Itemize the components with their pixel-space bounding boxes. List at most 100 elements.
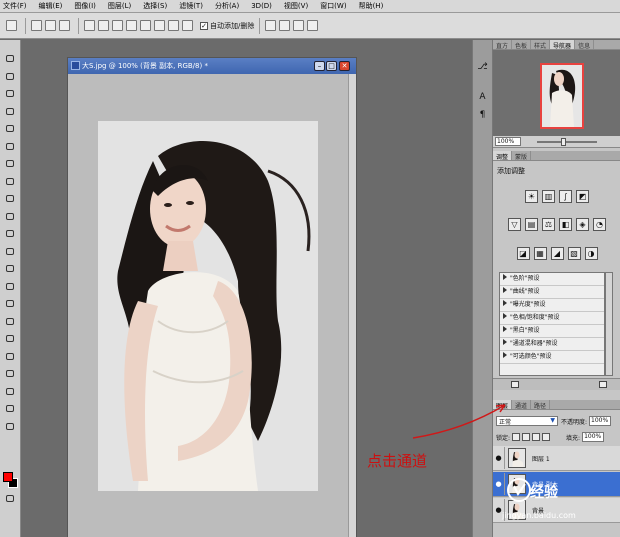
- presets-scrollbar[interactable]: [605, 272, 613, 376]
- eye-icon[interactable]: ●: [493, 473, 505, 495]
- history-brush-icon[interactable]: [4, 212, 16, 222]
- menu-item[interactable]: 帮助(H): [359, 1, 384, 11]
- tab-navigator[interactable]: 色板: [512, 40, 532, 50]
- menu-item[interactable]: 滤镜(T): [179, 1, 203, 11]
- tab-layers[interactable]: 通道: [512, 400, 532, 410]
- spot-heal-icon[interactable]: [4, 159, 16, 169]
- path-select-icon[interactable]: [4, 334, 16, 344]
- tab-navigator[interactable]: 直方: [493, 40, 513, 50]
- fill-pixels-button[interactable]: [59, 20, 70, 31]
- gradient-tool-icon[interactable]: [4, 247, 16, 257]
- 3d-rotate-icon[interactable]: [4, 369, 16, 379]
- pen-tool-preset-button[interactable]: [6, 20, 17, 31]
- eraser-tool-icon[interactable]: [4, 229, 16, 239]
- gradient-map-icon[interactable]: ▧: [567, 247, 581, 260]
- line-icon[interactable]: [168, 20, 179, 31]
- tab-adjustments[interactable]: 蒙版: [512, 151, 532, 161]
- menu-item[interactable]: 选择(S): [143, 1, 167, 11]
- custom-shape-icon[interactable]: [182, 20, 193, 31]
- pen-icon[interactable]: [84, 20, 95, 31]
- menu-item[interactable]: 视图(V): [284, 1, 308, 11]
- paragraph-icon[interactable]: ¶: [477, 110, 488, 120]
- polygon-icon[interactable]: [154, 20, 165, 31]
- fill-field[interactable]: 100%: [582, 432, 605, 442]
- marquee-tool-icon[interactable]: [4, 72, 16, 82]
- preset-item[interactable]: "曲线"预设: [500, 286, 604, 299]
- freeform-pen-icon[interactable]: [98, 20, 109, 31]
- preset-item[interactable]: "黑白"预设: [500, 325, 604, 338]
- rounded-rect-icon[interactable]: [126, 20, 137, 31]
- history-icon[interactable]: ⎇: [477, 62, 488, 72]
- levels-icon[interactable]: ▥: [542, 190, 555, 203]
- preset-item[interactable]: "色相/饱和度"预设: [500, 312, 604, 325]
- eyedropper-icon[interactable]: [4, 142, 16, 152]
- zoom-field[interactable]: 100%: [495, 137, 521, 146]
- selective-color-icon[interactable]: ◑: [584, 247, 598, 260]
- tab-adjustments[interactable]: 调整: [493, 151, 513, 161]
- path-subtract-icon[interactable]: [279, 20, 291, 31]
- shape-layers-button[interactable]: [31, 20, 42, 31]
- crop-tool-icon[interactable]: [4, 124, 16, 134]
- tab-layers[interactable]: 路径: [531, 400, 551, 410]
- menu-item[interactable]: 窗口(W): [320, 1, 346, 11]
- auto-add-delete-checkbox[interactable]: ✓ 自动添加/删除: [200, 21, 254, 31]
- preset-item[interactable]: "色阶"预设: [500, 273, 604, 286]
- opacity-field[interactable]: 100%: [589, 416, 612, 426]
- zoom-slider-track[interactable]: [537, 141, 597, 143]
- quick-select-icon[interactable]: [4, 107, 16, 117]
- type-tool-icon[interactable]: [4, 317, 16, 327]
- channel-mixer-icon[interactable]: ◔: [593, 218, 606, 231]
- path-intersect-icon[interactable]: [293, 20, 305, 31]
- bw-icon[interactable]: ◧: [559, 218, 572, 231]
- tab-navigator[interactable]: 导航器: [550, 40, 576, 50]
- menu-item[interactable]: 图层(L): [108, 1, 131, 11]
- clip-icon[interactable]: [511, 381, 519, 388]
- panel-options-icon[interactable]: [599, 381, 607, 388]
- zoom-slider-knob[interactable]: [561, 138, 566, 146]
- eye-icon[interactable]: ●: [493, 447, 505, 469]
- brightness-icon[interactable]: ☀: [525, 190, 538, 203]
- document-title-bar[interactable]: 大S.jpg @ 100% (背景 副本, RGB/8) * – □ ✕: [68, 58, 356, 74]
- path-exclude-icon[interactable]: [307, 20, 319, 31]
- menu-item[interactable]: 文件(F): [3, 1, 27, 11]
- layer-row[interactable]: ● 图层 1: [493, 446, 620, 471]
- tab-layers[interactable]: 图层: [493, 400, 513, 410]
- clone-stamp-icon[interactable]: [4, 194, 16, 204]
- shape-tool-icon[interactable]: [4, 352, 16, 362]
- maximize-button[interactable]: □: [326, 61, 337, 71]
- exposure-icon[interactable]: ◩: [576, 190, 589, 203]
- photo-filter-icon[interactable]: ◈: [576, 218, 589, 231]
- pen-tool-icon[interactable]: [4, 299, 16, 309]
- navigator-view-box[interactable]: [540, 63, 584, 129]
- minimize-button[interactable]: –: [314, 61, 325, 71]
- ellipse-icon[interactable]: [140, 20, 151, 31]
- menu-item[interactable]: 3D(D): [251, 2, 272, 10]
- lasso-tool-icon[interactable]: [4, 89, 16, 99]
- document-scrollbar[interactable]: [348, 74, 356, 537]
- character-icon[interactable]: A: [477, 92, 488, 102]
- dodge-tool-icon[interactable]: [4, 282, 16, 292]
- 3d-orbit-icon[interactable]: [4, 387, 16, 397]
- curves-icon[interactable]: ∫: [559, 190, 572, 203]
- menu-item[interactable]: 编辑(E): [39, 1, 63, 11]
- preset-item[interactable]: "可选颜色"预设: [500, 351, 604, 364]
- tab-navigator[interactable]: 样式: [531, 40, 551, 50]
- rectangle-icon[interactable]: [112, 20, 123, 31]
- vibrance-icon[interactable]: ▽: [508, 218, 521, 231]
- canvas-area[interactable]: [68, 74, 356, 537]
- foreground-color-swatch[interactable]: [3, 472, 13, 482]
- lock-image-icon[interactable]: [522, 433, 531, 441]
- color-balance-icon[interactable]: ⚖: [542, 218, 555, 231]
- posterize-icon[interactable]: ▦: [533, 247, 547, 260]
- quick-mask-icon[interactable]: [4, 494, 16, 504]
- menu-item[interactable]: 分析(A): [215, 1, 239, 11]
- blend-mode-select[interactable]: 正常 ▼: [496, 416, 558, 426]
- brush-tool-icon[interactable]: [4, 177, 16, 187]
- close-button[interactable]: ✕: [339, 61, 350, 71]
- move-tool-icon[interactable]: [4, 54, 16, 64]
- paths-button[interactable]: [45, 20, 56, 31]
- lock-all-icon[interactable]: [542, 433, 551, 441]
- threshold-icon[interactable]: ◢: [550, 247, 564, 260]
- menu-item[interactable]: 图像(I): [74, 1, 96, 11]
- tab-navigator[interactable]: 信息: [575, 40, 595, 50]
